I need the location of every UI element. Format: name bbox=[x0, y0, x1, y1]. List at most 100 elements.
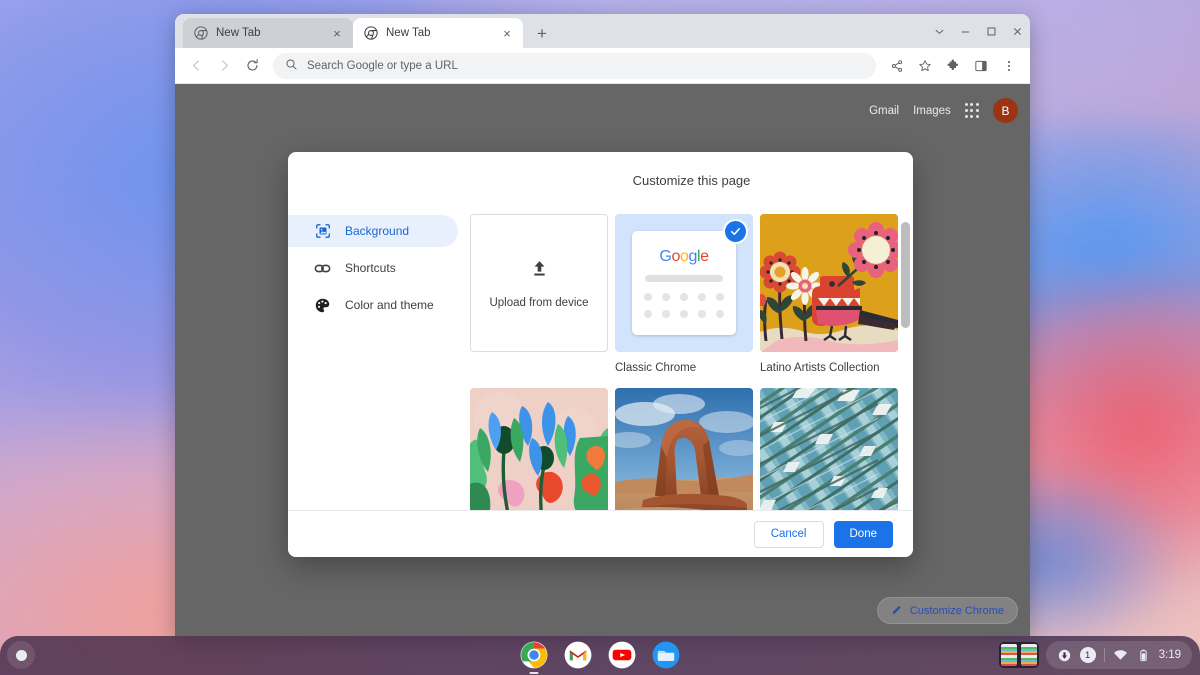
collection-thumbnail-classic-chrome[interactable]: Google bbox=[615, 214, 753, 352]
capture-thumb-left bbox=[1001, 644, 1017, 666]
google-apps-icon[interactable] bbox=[965, 103, 979, 117]
upload-label: Upload from device bbox=[489, 297, 588, 309]
dialog-sidebar: Background Shortcuts bbox=[288, 208, 470, 510]
avatar[interactable]: B bbox=[993, 98, 1018, 123]
thumbnail-grid: Upload from device Google bbox=[470, 214, 889, 510]
collection-thumbnail-arch[interactable] bbox=[615, 388, 753, 510]
launcher-dot-icon bbox=[16, 650, 27, 661]
wifi-icon[interactable] bbox=[1113, 648, 1128, 663]
system-tray: 1 3:19 bbox=[999, 641, 1192, 669]
grid-cell-latino-artists: Latino Artists Collection bbox=[760, 214, 898, 388]
chrome-favicon-icon bbox=[194, 26, 208, 40]
reload-icon[interactable] bbox=[239, 53, 265, 79]
grid-cell-flowers bbox=[470, 388, 608, 510]
screen-capture-icon[interactable] bbox=[1057, 648, 1072, 663]
gmail-link[interactable]: Gmail bbox=[869, 105, 899, 117]
shelf-app-youtube[interactable] bbox=[608, 641, 636, 669]
scrollbar-thumb[interactable] bbox=[901, 222, 910, 328]
upload-from-device-card[interactable]: Upload from device bbox=[470, 214, 608, 352]
sidebar-item-shortcuts[interactable]: Shortcuts bbox=[288, 252, 458, 284]
done-button[interactable]: Done bbox=[834, 521, 894, 548]
bird-artwork bbox=[760, 214, 898, 352]
dialog-scrollbar[interactable] bbox=[901, 208, 910, 510]
customize-chrome-label: Customize Chrome bbox=[910, 605, 1004, 617]
grid-cell-upload: Upload from device bbox=[470, 214, 608, 388]
preview-shortcut-dots bbox=[644, 293, 724, 318]
upload-icon bbox=[528, 258, 551, 284]
cancel-button[interactable]: Cancel bbox=[754, 521, 824, 548]
window-controls bbox=[926, 14, 1030, 48]
grid-cell-arch bbox=[615, 388, 753, 510]
flowers-artwork bbox=[470, 388, 608, 510]
dialog-body: Background Shortcuts bbox=[288, 208, 913, 510]
sidebar-item-color-and-theme[interactable]: Color and theme bbox=[288, 289, 458, 321]
architecture-photo bbox=[760, 388, 898, 510]
running-indicator bbox=[530, 672, 539, 675]
ntp-header-links: Gmail Images B bbox=[869, 98, 1018, 123]
preview-search-bar bbox=[645, 275, 723, 282]
pencil-icon bbox=[891, 603, 903, 618]
images-link[interactable]: Images bbox=[913, 105, 951, 117]
image-frame-icon bbox=[314, 223, 331, 240]
three-dot-menu-icon[interactable] bbox=[996, 53, 1022, 79]
capture-thumb-right bbox=[1021, 644, 1037, 666]
notification-count-badge[interactable]: 1 bbox=[1080, 647, 1096, 663]
close-icon[interactable] bbox=[1004, 14, 1030, 48]
collection-thumbnail-architecture[interactable] bbox=[760, 388, 898, 510]
google-logo: Google bbox=[659, 248, 708, 266]
background-collection-grid: Upload from device Google bbox=[470, 208, 913, 510]
collection-thumbnail-latino-artists[interactable] bbox=[760, 214, 898, 352]
shelf-app-files[interactable] bbox=[652, 641, 680, 669]
caption-spacer bbox=[470, 352, 608, 357]
link-chain-icon bbox=[314, 260, 331, 277]
new-tab-button[interactable]: + bbox=[529, 20, 555, 46]
screen-capture-thumbnail[interactable] bbox=[999, 642, 1039, 668]
sidebar-item-label: Background bbox=[345, 224, 409, 238]
address-bar-text: Search Google or type a URL bbox=[307, 60, 458, 72]
classic-chrome-preview: Google bbox=[632, 231, 736, 335]
selected-check-icon bbox=[725, 221, 746, 242]
maximize-icon[interactable] bbox=[978, 14, 1004, 48]
sidebar-item-label: Color and theme bbox=[345, 298, 434, 312]
customize-page-dialog: Customize this page Background bbox=[288, 152, 913, 557]
palette-icon bbox=[314, 297, 331, 314]
collection-caption: Latino Artists Collection bbox=[760, 362, 898, 374]
tab-close-icon[interactable]: × bbox=[329, 25, 345, 41]
side-panel-icon[interactable] bbox=[968, 53, 994, 79]
browser-toolbar: Search Google or type a URL bbox=[175, 48, 1030, 84]
customize-chrome-button[interactable]: Customize Chrome bbox=[877, 597, 1018, 624]
shelf-app-gmail[interactable] bbox=[564, 641, 592, 669]
shelf-app-icons bbox=[520, 641, 680, 669]
tray-divider bbox=[1104, 648, 1105, 662]
minimize-icon[interactable] bbox=[952, 14, 978, 48]
tab-strip: New Tab × New Tab × + bbox=[175, 14, 1030, 48]
grid-cell-architecture bbox=[760, 388, 898, 510]
tab-title: New Tab bbox=[216, 27, 321, 39]
collection-thumbnail-flowers[interactable] bbox=[470, 388, 608, 510]
dialog-footer: Cancel Done bbox=[288, 510, 913, 557]
back-icon[interactable] bbox=[183, 53, 209, 79]
browser-tab-1[interactable]: New Tab × bbox=[183, 18, 353, 48]
share-icon[interactable] bbox=[884, 53, 910, 79]
battery-icon[interactable] bbox=[1136, 648, 1151, 663]
extensions-puzzle-icon[interactable] bbox=[940, 53, 966, 79]
launcher-button[interactable] bbox=[7, 641, 35, 669]
sidebar-item-background[interactable]: Background bbox=[288, 215, 458, 247]
dialog-title: Customize this page bbox=[288, 152, 913, 208]
grid-cell-classic-chrome: Google Classic Chrome bbox=[615, 214, 753, 388]
clock-time[interactable]: 3:19 bbox=[1159, 649, 1181, 661]
status-tray-pill[interactable]: 1 3:19 bbox=[1046, 641, 1192, 669]
search-icon bbox=[285, 58, 298, 74]
address-bar[interactable]: Search Google or type a URL bbox=[273, 53, 876, 79]
browser-tab-2[interactable]: New Tab × bbox=[353, 18, 523, 48]
collection-caption: Classic Chrome bbox=[615, 362, 753, 374]
bookmark-star-icon[interactable] bbox=[912, 53, 938, 79]
tab-title: New Tab bbox=[386, 27, 491, 39]
tab-close-icon[interactable]: × bbox=[499, 25, 515, 41]
chevron-down-icon[interactable] bbox=[926, 14, 952, 48]
forward-icon[interactable] bbox=[211, 53, 237, 79]
chromeos-shelf: 1 3:19 bbox=[0, 636, 1200, 675]
chrome-favicon-icon bbox=[364, 26, 378, 40]
shelf-app-chrome[interactable] bbox=[520, 641, 548, 669]
sidebar-item-label: Shortcuts bbox=[345, 261, 396, 275]
